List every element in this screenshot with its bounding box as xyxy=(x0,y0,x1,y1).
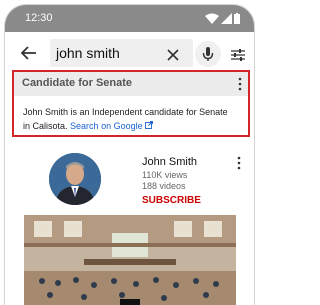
clear-search-icon[interactable] xyxy=(165,47,181,63)
filter-icon[interactable] xyxy=(230,47,246,63)
channel-result[interactable]: John Smith 110K views 188 videos SUBSCRI… xyxy=(5,143,254,208)
search-query-text: john smith xyxy=(56,45,120,61)
status-time: 12:30 xyxy=(25,12,53,24)
battery-icon xyxy=(234,12,240,24)
channel-views: 110K views xyxy=(142,170,188,180)
external-link-icon xyxy=(145,121,154,129)
video-thumbnail-image xyxy=(24,215,236,305)
status-bar: 12:30 xyxy=(5,5,254,32)
microphone-icon xyxy=(202,47,214,61)
wifi-icon xyxy=(205,13,219,24)
search-on-google-label: Search on Google xyxy=(70,121,143,131)
channel-avatar-image xyxy=(49,153,101,205)
phone-frame: 12:30 john smith Candidate for Senate Jo… xyxy=(4,4,255,305)
card-body: John Smith is an Independent candidate f… xyxy=(23,105,235,133)
status-icons xyxy=(205,11,240,25)
channel-name[interactable]: John Smith xyxy=(142,156,197,168)
back-arrow-icon[interactable] xyxy=(19,43,39,63)
video-thumbnail[interactable] xyxy=(24,215,236,305)
subscribe-button[interactable]: SUBSCRIBE xyxy=(142,195,201,206)
card-title: Candidate for Senate xyxy=(22,77,133,89)
signal-icon xyxy=(221,12,232,24)
card-header: Candidate for Senate xyxy=(14,72,248,96)
candidate-info-card: Candidate for Senate John Smith is an In… xyxy=(12,70,250,137)
channel-videos: 188 videos xyxy=(142,181,186,191)
channel-more-icon[interactable] xyxy=(237,156,241,170)
voice-search-button[interactable] xyxy=(195,41,221,67)
search-on-google-link[interactable]: Search on Google xyxy=(70,121,154,131)
channel-avatar[interactable] xyxy=(49,153,101,205)
card-more-icon[interactable] xyxy=(238,77,242,91)
